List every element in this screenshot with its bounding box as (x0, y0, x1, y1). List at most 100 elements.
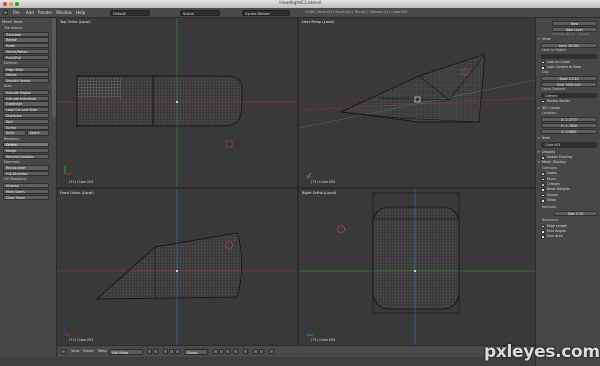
view-panel-header[interactable]: View (536, 37, 600, 43)
proportional-edit-icon[interactable] (243, 349, 248, 354)
item-panel-header[interactable]: Item (536, 136, 600, 142)
tab-unknown-layout[interactable]: Unknown layout (552, 32, 575, 36)
viewport-object-name: (71) Cube.003 (69, 180, 94, 184)
knife-select-button[interactable]: Select (26, 130, 49, 136)
mark-seam-button[interactable]: Mark Seam (3, 188, 49, 194)
checkbox[interactable] (541, 60, 545, 65)
display-panel-header[interactable]: Display (536, 150, 600, 156)
checkbox[interactable] (541, 156, 545, 160)
viewport-splitter-horizontal[interactable] (57, 187, 535, 189)
merge-button[interactable]: Merge (3, 147, 49, 154)
menu-render[interactable]: Render (38, 10, 52, 15)
lock-object-field[interactable] (541, 54, 597, 60)
vertex-button[interactable]: Vertex (3, 72, 49, 78)
lock-camera-check[interactable]: Lock Camera to View (541, 65, 597, 70)
numerics-face-angles-check[interactable]: Face Angles (541, 229, 597, 234)
viewport-user-persp[interactable]: User Persp (Local) (71) Cube.003 (299, 18, 535, 187)
edge-select-icon[interactable] (219, 349, 224, 354)
unwrap-button[interactable]: Unwrap (3, 183, 49, 189)
numerics-label: Face Area (547, 234, 563, 239)
menu-file[interactable]: File (13, 10, 20, 15)
shading-icon[interactable] (147, 349, 152, 354)
viewport-front-ortho[interactable]: Front Ortho (Local) (71) Cube.003 (57, 189, 297, 345)
menu-add[interactable]: Add (26, 10, 34, 15)
overlay-sharp-check[interactable]: Sharp (541, 198, 597, 203)
pxleyes-watermark: pxleyes.com (484, 342, 600, 362)
shrink-fatten-button[interactable]: Shrink/Fatten (3, 48, 49, 55)
overlay-creases-check[interactable]: Creases (541, 182, 597, 187)
mesh-display-panel-header[interactable]: Mesh Display (536, 160, 600, 166)
manipulator-icon[interactable] (163, 349, 168, 354)
menu-view[interactable]: View (71, 349, 79, 353)
extrude-region-button[interactable]: Extrude Region (3, 89, 49, 96)
cursor-x-field[interactable]: X: 2.3773 (541, 116, 597, 123)
clip-start-field[interactable]: Start: 0.010 (541, 75, 597, 82)
rotate-manipulator-icon[interactable] (175, 349, 180, 354)
new-button[interactable]: New (552, 20, 597, 26)
clear-seam-button[interactable]: Clear Seam (3, 194, 49, 200)
translate-button[interactable]: Translate (3, 31, 49, 37)
vertex-select-icon[interactable] (213, 349, 218, 354)
tool-shelf-scrollbar[interactable] (52, 18, 56, 118)
render-preview-icon[interactable] (269, 349, 274, 354)
viewport-object-name: (71) Cube.003 (311, 180, 336, 184)
viewport-top-ortho[interactable]: Top Ortho (Local) (71) Cube.003 (57, 18, 297, 187)
pivot-icon[interactable] (153, 349, 158, 354)
menu-mesh[interactable]: Mesh (98, 349, 107, 353)
recalculate-button[interactable]: Recalculate (3, 165, 49, 171)
checkbox[interactable] (541, 177, 545, 182)
checkbox[interactable] (541, 224, 545, 229)
checkbox[interactable] (541, 99, 545, 104)
knife-button[interactable]: Knife (3, 130, 26, 136)
cursor-y-field[interactable]: Y: -1.7826 (541, 122, 597, 129)
subdivide-button[interactable]: Subdivide (3, 101, 49, 107)
render-engine-select[interactable]: Cycles Render (242, 9, 290, 16)
editor-type-icon[interactable] (61, 349, 66, 354)
overlay-faces-check[interactable]: Faces (541, 177, 597, 182)
menu-help[interactable]: Help (76, 10, 85, 15)
checkbox[interactable] (541, 235, 545, 239)
face-select-icon[interactable] (225, 349, 230, 354)
rotate-button[interactable]: Rotate (3, 37, 49, 43)
overlay-bevel-weights-check[interactable]: Bevel Weights (541, 187, 597, 192)
checkbox[interactable] (541, 193, 545, 198)
camera-field[interactable]: Camera (541, 92, 597, 99)
viewport-splitter-vertical[interactable] (297, 18, 299, 345)
checkbox[interactable] (541, 172, 545, 176)
lock-to-cursor-check[interactable]: Lock to Cursor (541, 60, 597, 65)
orientation-select[interactable]: Global (184, 348, 208, 355)
checkbox[interactable] (541, 183, 545, 187)
checkbox[interactable] (541, 230, 545, 234)
overlay-label: Sharp (547, 198, 557, 203)
numerics-edge-length-check[interactable]: Edge Length (541, 224, 597, 229)
checkbox[interactable] (541, 199, 545, 203)
checkbox[interactable] (541, 188, 545, 192)
loop-cut-button[interactable]: Loop Cut and Slide (3, 107, 49, 113)
tab-uknown[interactable]: Uknown (579, 32, 590, 36)
snap-icon[interactable] (253, 349, 258, 354)
menu-select[interactable]: Select (83, 349, 94, 353)
editor-type-icon[interactable] (3, 10, 8, 15)
snap-element-icon[interactable] (259, 349, 264, 354)
overlay-edges-check[interactable]: Edges (541, 171, 597, 176)
occlude-geometry-icon[interactable] (233, 349, 238, 354)
cursor-panel-header[interactable]: 3D Cursor (536, 106, 600, 112)
viewport-right-ortho[interactable]: Right Ortho (Local) (71) Cube.003 (299, 189, 535, 345)
screen-layout-select[interactable]: Default (110, 9, 150, 16)
extrude-individual-button[interactable]: Extrude Individual (3, 95, 49, 101)
translate-manipulator-icon[interactable] (169, 349, 174, 354)
delete-button[interactable]: Delete (3, 142, 49, 148)
numerics-face-area-check[interactable]: Face Area (541, 234, 597, 239)
spin-button[interactable]: Spin (3, 118, 49, 124)
scale-button[interactable]: Scale (3, 43, 49, 49)
render-border-label: Render Border (547, 98, 571, 103)
render-border-check[interactable]: Render Border (541, 99, 597, 104)
duplicate-button[interactable]: Duplicate (3, 112, 49, 119)
overlay-seams-check[interactable]: Seams (541, 193, 597, 198)
edge-slide-button[interactable]: Edge Slide (3, 66, 49, 72)
scene-select[interactable]: Scene (180, 9, 220, 16)
mode-select[interactable]: Edit Mode (109, 348, 143, 355)
checkbox[interactable] (541, 66, 545, 70)
screw-button[interactable]: Screw (3, 124, 49, 130)
menu-window[interactable]: Window (56, 10, 72, 15)
